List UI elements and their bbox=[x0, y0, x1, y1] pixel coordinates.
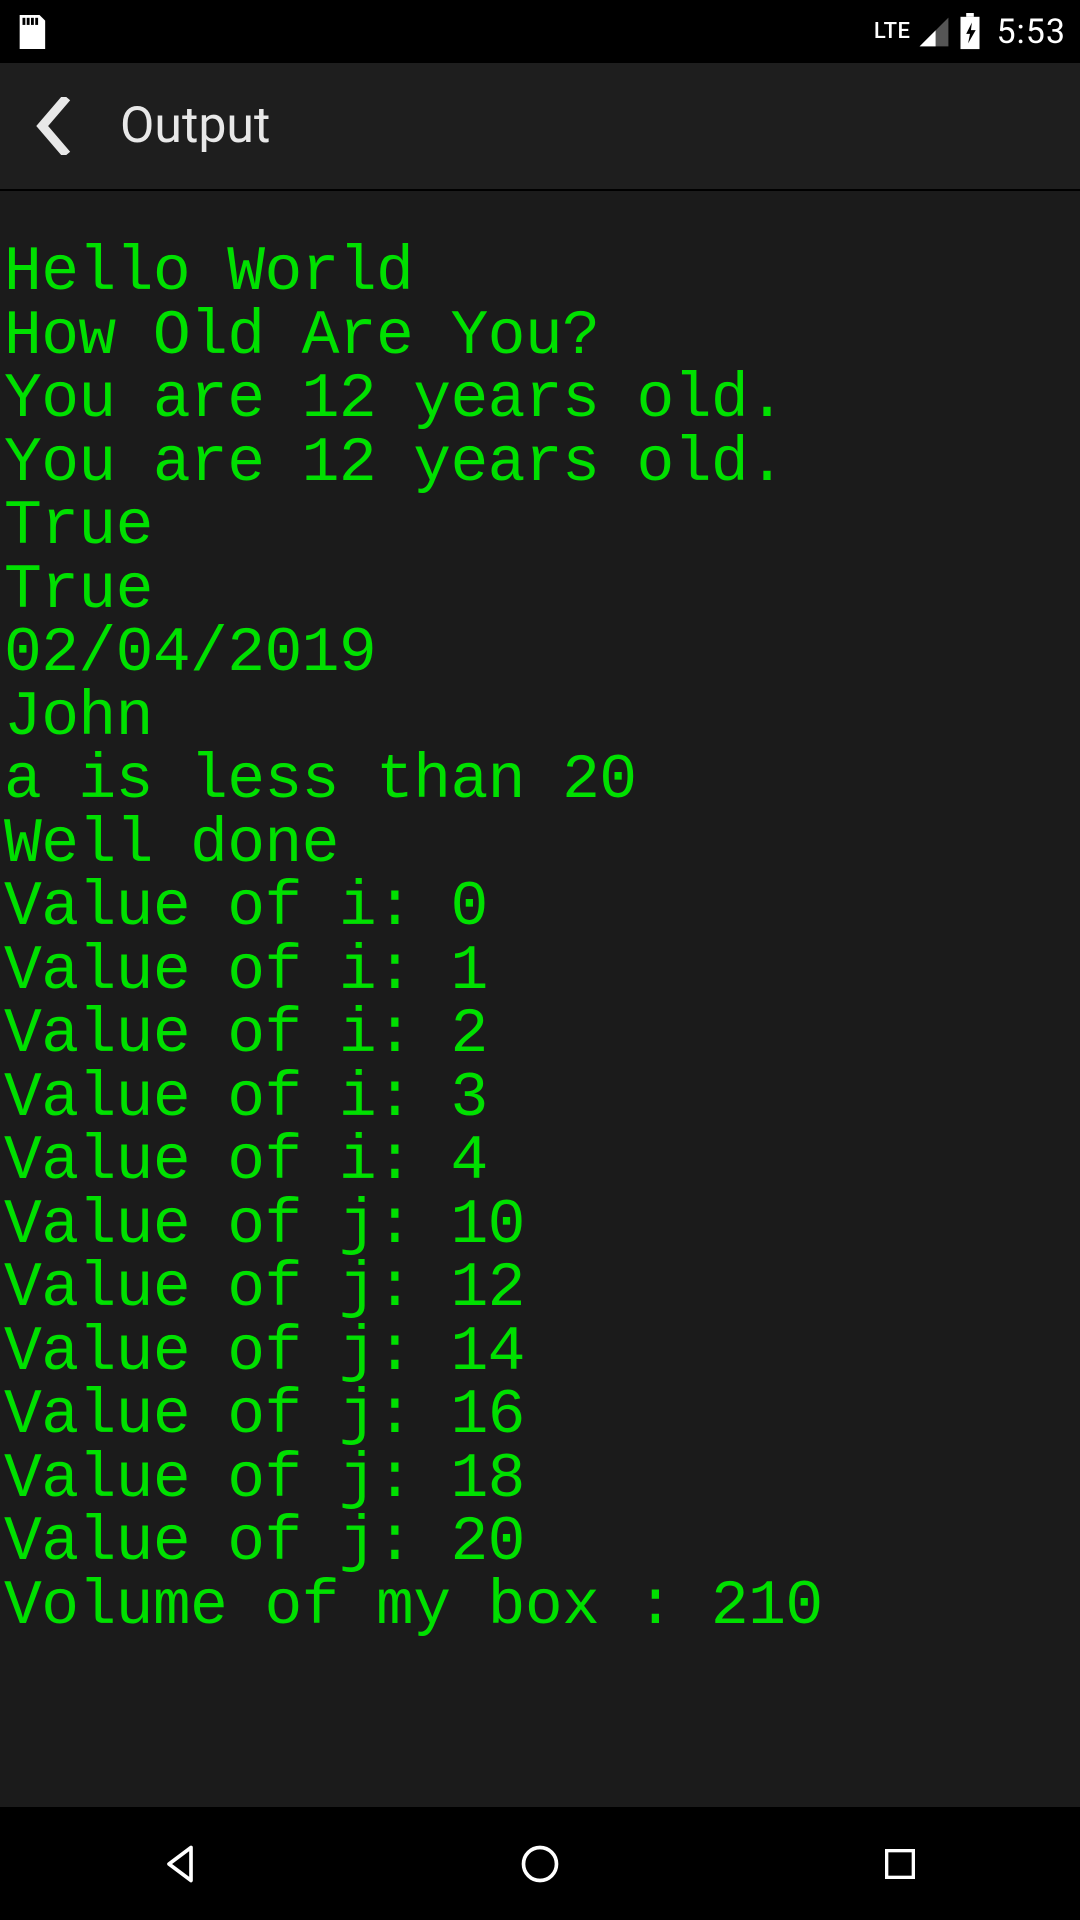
nav-back-icon bbox=[158, 1842, 202, 1886]
back-arrow-icon bbox=[35, 97, 71, 155]
app-bar: Output bbox=[0, 63, 1080, 191]
nav-back-button[interactable] bbox=[120, 1834, 240, 1894]
battery-charging-icon bbox=[958, 13, 982, 51]
nav-home-icon bbox=[518, 1842, 562, 1886]
back-button[interactable] bbox=[28, 96, 78, 156]
sd-card-icon bbox=[14, 12, 48, 52]
nav-home-button[interactable] bbox=[480, 1834, 600, 1894]
status-bar: LTE 5:53 bbox=[0, 0, 1080, 63]
nav-recent-button[interactable] bbox=[840, 1834, 960, 1894]
navigation-bar bbox=[0, 1807, 1080, 1920]
status-right: LTE 5:53 bbox=[874, 12, 1066, 52]
signal-icon bbox=[918, 16, 950, 48]
clock-label: 5:53 bbox=[996, 12, 1066, 52]
network-type-label: LTE bbox=[874, 19, 911, 44]
console-output: Hello World How Old Are You? You are 12 … bbox=[4, 241, 1080, 1638]
page-title: Output bbox=[120, 97, 270, 155]
output-panel: Hello World How Old Are You? You are 12 … bbox=[0, 191, 1080, 1807]
status-left bbox=[14, 12, 48, 52]
nav-recent-icon bbox=[880, 1844, 920, 1884]
